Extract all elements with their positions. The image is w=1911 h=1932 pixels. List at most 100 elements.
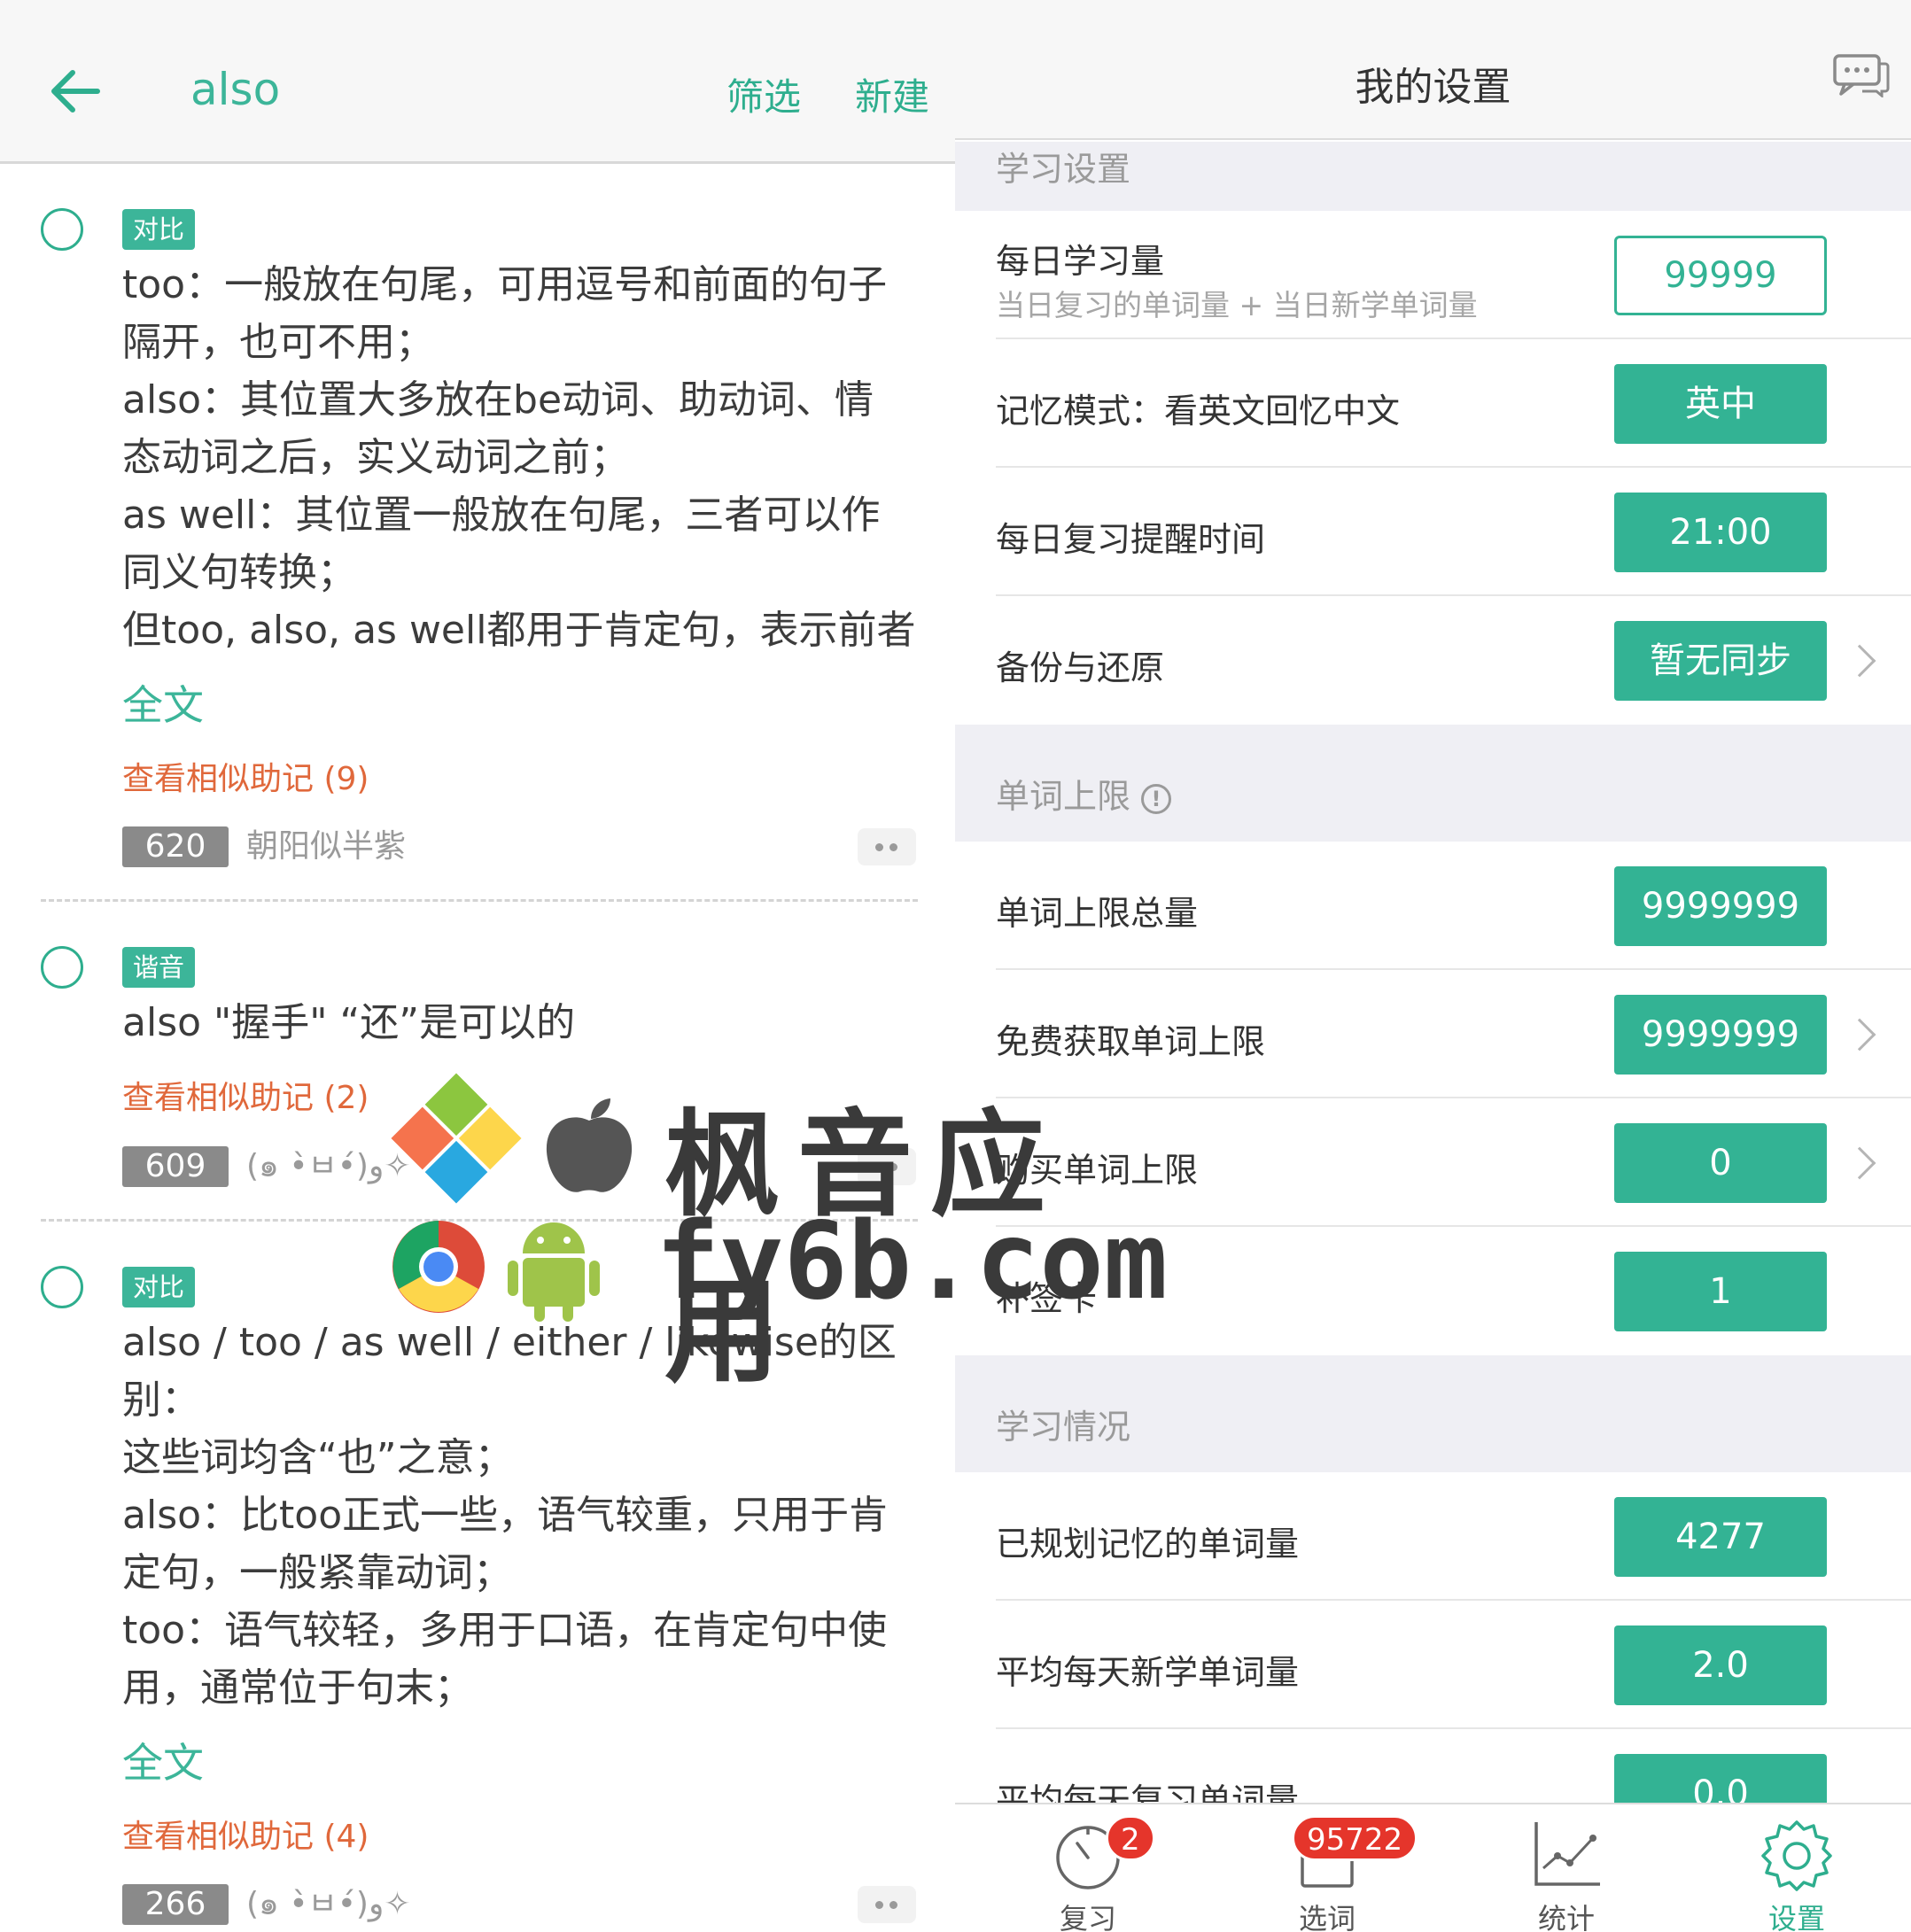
- fulltext-link[interactable]: 全文: [122, 673, 204, 732]
- right-header: 我的设置: [955, 0, 1911, 140]
- note-tag: 对比: [122, 1267, 196, 1307]
- memory-mode-button[interactable]: 英中: [1614, 364, 1827, 444]
- select-count-badge: 95722: [1292, 1815, 1418, 1861]
- author-name[interactable]: 朝阳似半紫: [246, 826, 406, 867]
- note-card: 对比 too：一般放在句尾，可用逗号和前面的句子 隔开，也可不用； also：其…: [0, 164, 955, 899]
- avg-new-button[interactable]: 2.0: [1614, 1626, 1827, 1705]
- row-makeup-card[interactable]: 补签卡 1: [955, 1227, 1911, 1355]
- gear-icon: [1761, 1820, 1832, 1891]
- planned-words-button[interactable]: 4277: [1614, 1497, 1827, 1577]
- tab-settings[interactable]: 设置: [1708, 1804, 1885, 1932]
- tab-select-words[interactable]: 95722 选词: [1239, 1804, 1418, 1932]
- note-line: also "握手" “还”是可以的: [122, 1000, 576, 1045]
- note-line: 别：: [122, 1377, 200, 1423]
- free-limit-button[interactable]: 9999999: [1614, 995, 1827, 1075]
- more-options-button[interactable]: [858, 1886, 916, 1923]
- section-study-settings: 学习设置: [955, 142, 1911, 211]
- row-avg-new[interactable]: 平均每天新学单词量 2.0: [955, 1601, 1911, 1729]
- select-radio[interactable]: [41, 946, 83, 989]
- row-planned-words[interactable]: 已规划记忆的单词量 4277: [955, 1472, 1911, 1601]
- row-label: 购买单词上限: [996, 1151, 1199, 1190]
- note-text[interactable]: also "握手" “还”是可以的: [122, 994, 920, 1051]
- row-memory-mode[interactable]: 记忆模式：看英文回忆中文 英中: [955, 339, 1911, 468]
- row-label: 单词上限总量: [996, 894, 1199, 933]
- tab-label: 统计: [1537, 1902, 1595, 1932]
- reminder-time-button[interactable]: 21:00: [1614, 493, 1827, 572]
- row-limit-total[interactable]: 单词上限总量 9999999: [955, 842, 1911, 970]
- tab-label: 设置: [1767, 1902, 1825, 1932]
- note-line: 这些词均含“也”之意；: [122, 1435, 514, 1480]
- row-buy-limit[interactable]: 购买单词上限 0: [955, 1098, 1911, 1227]
- fulltext-link[interactable]: 全文: [122, 1731, 204, 1789]
- note-line: 同义句转换；: [122, 550, 356, 595]
- note-line: 隔开，也可不用；: [122, 320, 434, 365]
- review-count-badge: 2: [1106, 1815, 1155, 1861]
- limit-total-button[interactable]: 9999999: [1614, 866, 1827, 946]
- similar-mnemonics-link[interactable]: 查看相似助记 (2): [122, 1072, 369, 1118]
- note-card: 谐音 also "握手" “还”是可以的 查看相似助记 (2) 609 (๑ •…: [0, 902, 955, 1221]
- note-tag: 对比: [122, 209, 196, 250]
- row-label: 补签卡: [996, 1279, 1098, 1318]
- chevron-right-icon[interactable]: [1843, 1146, 1876, 1180]
- note-line: 但too, also, as well都用于肯定句，表示前者: [122, 608, 916, 653]
- note-line: also / too / as well / either / likewise…: [122, 1320, 897, 1365]
- note-line: too：一般放在句尾，可用逗号和前面的句子: [122, 262, 888, 307]
- back-arrow-icon[interactable]: [46, 62, 105, 120]
- filter-button[interactable]: 筛选: [726, 67, 801, 121]
- note-card: 对比 also / too / as well / either / likew…: [0, 1222, 955, 1932]
- note-list-panel: also 筛选 新建 对比 too：一般放在句尾，可用逗号和前面的句子 隔开，也…: [0, 0, 955, 1932]
- author-name[interactable]: (๑ •̀ㅂ•́)و✧: [246, 1884, 411, 1925]
- tab-review[interactable]: 2 复习: [999, 1804, 1177, 1932]
- row-label: 平均每天新学单词量: [996, 1653, 1300, 1692]
- row-label: 备份与还原: [996, 648, 1165, 687]
- note-line: 态动词之后，实义动词之前；: [122, 435, 629, 480]
- similar-mnemonics-link[interactable]: 查看相似助记 (9): [122, 753, 369, 799]
- settings-title: 我的设置: [1355, 65, 1511, 110]
- note-line: as well：其位置一般放在句尾，三者可以作: [122, 493, 881, 538]
- tab-label: 复习: [1059, 1902, 1116, 1932]
- row-backup-restore[interactable]: 备份与还原 暂无同步: [955, 596, 1911, 725]
- new-button[interactable]: 新建: [855, 67, 929, 121]
- row-label: 免费获取单词上限: [996, 1022, 1266, 1061]
- tab-label: 选词: [1298, 1902, 1356, 1932]
- makeup-card-button[interactable]: 1: [1614, 1252, 1827, 1331]
- sync-status-button[interactable]: 暂无同步: [1614, 621, 1827, 701]
- author-name[interactable]: (๑ •̀ㅂ•́)و✧: [246, 1146, 411, 1187]
- row-daily-amount[interactable]: 每日学习量 当日复习的单词量 + 当日新学单词量: [955, 211, 1911, 339]
- buy-limit-button[interactable]: 0: [1614, 1123, 1827, 1203]
- note-line: 定句，一般紧靠动词；: [122, 1550, 512, 1595]
- row-label: 已规划记忆的单词量: [996, 1525, 1300, 1563]
- section-label: 学习设置: [996, 150, 1131, 189]
- note-line: 用，通常位于句末；: [122, 1665, 473, 1711]
- note-line: too：语气较轻，多用于口语，在肯定句中使: [122, 1608, 888, 1653]
- note-line: also：其位置大多放在be动词、助动词、情: [122, 377, 874, 423]
- note-text[interactable]: also / too / as well / either / likewise…: [122, 1314, 920, 1717]
- bottom-tab-bar: 2 复习 95722 选词 统计 设置: [955, 1803, 1911, 1932]
- section-label-text: 单词上限: [996, 777, 1131, 816]
- row-label: 每日复习提醒时间: [996, 520, 1266, 559]
- tab-statistics[interactable]: 统计: [1478, 1804, 1655, 1932]
- chevron-right-icon[interactable]: [1843, 644, 1876, 678]
- score-badge: 266: [122, 1884, 229, 1925]
- line-chart-icon: [1534, 1822, 1600, 1886]
- similar-mnemonics-link[interactable]: 查看相似助记 (4): [122, 1811, 369, 1857]
- row-free-limit[interactable]: 免费获取单词上限 9999999: [955, 970, 1911, 1098]
- select-radio[interactable]: [41, 208, 83, 251]
- more-options-button[interactable]: [858, 1148, 916, 1185]
- note-tag: 谐音: [122, 947, 196, 988]
- more-options-button[interactable]: [858, 828, 916, 865]
- section-word-limit: 单词上限!: [955, 725, 1911, 842]
- daily-amount-input[interactable]: [1614, 236, 1827, 315]
- score-badge: 620: [122, 826, 229, 867]
- note-text[interactable]: too：一般放在句尾，可用逗号和前面的句子 隔开，也可不用； also：其位置大…: [122, 256, 920, 659]
- row-label: 记忆模式：看英文回忆中文: [996, 392, 1401, 431]
- info-icon[interactable]: !: [1141, 784, 1172, 814]
- score-badge: 609: [122, 1146, 229, 1187]
- select-radio[interactable]: [41, 1266, 83, 1308]
- section-label: 学习情况: [996, 1408, 1131, 1447]
- settings-panel: 我的设置 学习设置 每日学习量 当日复习的单词量 + 当日新学单词量 记忆模式：…: [955, 0, 1911, 1932]
- chevron-right-icon[interactable]: [1843, 1018, 1876, 1051]
- chat-icon[interactable]: [1832, 53, 1891, 97]
- note-line: also：比too正式一些，语气较重，只用于肯: [122, 1493, 889, 1538]
- row-reminder-time[interactable]: 每日复习提醒时间 21:00: [955, 468, 1911, 596]
